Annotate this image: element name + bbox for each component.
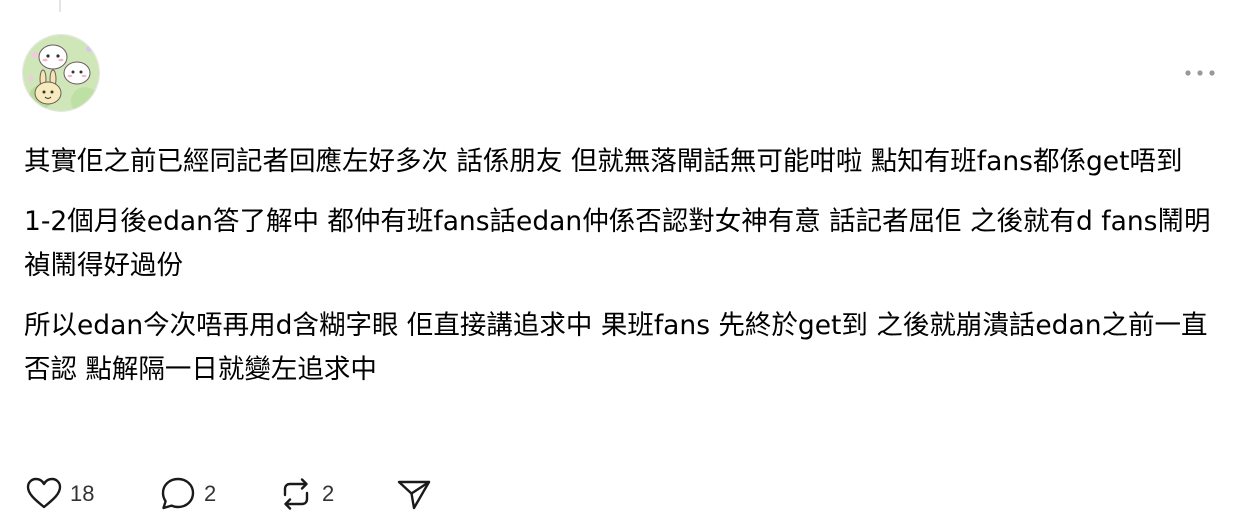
- more-dots-icon: [1185, 70, 1215, 76]
- post-paragraph: 1-2個月後edan答了解中 都仲有班fans話edan仲係否認對女神有意 話記…: [24, 206, 1211, 281]
- avatar[interactable]: [22, 34, 100, 112]
- like-button[interactable]: 18: [24, 474, 158, 514]
- more-options-button[interactable]: [1182, 62, 1218, 84]
- share-send-icon: [397, 480, 431, 510]
- heart-icon: [26, 477, 62, 509]
- like-count: 18: [70, 481, 95, 506]
- post-paragraph: 所以edan今次唔再用d含糊字眼 佢直接講追求中 果班fans 先終於get到 …: [24, 310, 1208, 385]
- post-paragraph: 其實佢之前已經同記者回應左好多次 話係朋友 但就無落閘話無可能咁啦 點知有班fa…: [24, 146, 1183, 177]
- share-button[interactable]: [394, 474, 434, 514]
- post-actions-bar: 18 2 2: [24, 470, 434, 518]
- repost-button[interactable]: 2: [276, 474, 394, 514]
- avatar-image: [23, 35, 99, 111]
- thread-connector-line: [59, 0, 61, 12]
- reply-button[interactable]: 2: [158, 474, 276, 514]
- reply-count: 2: [204, 481, 217, 506]
- repost-icon: [283, 478, 309, 510]
- comment-bubble-icon: [161, 477, 195, 510]
- post-body: 其實佢之前已經同記者回應左好多次 話係朋友 但就無落閘話無可能咁啦 點知有班fa…: [24, 140, 1224, 408]
- repost-count: 2: [322, 481, 335, 506]
